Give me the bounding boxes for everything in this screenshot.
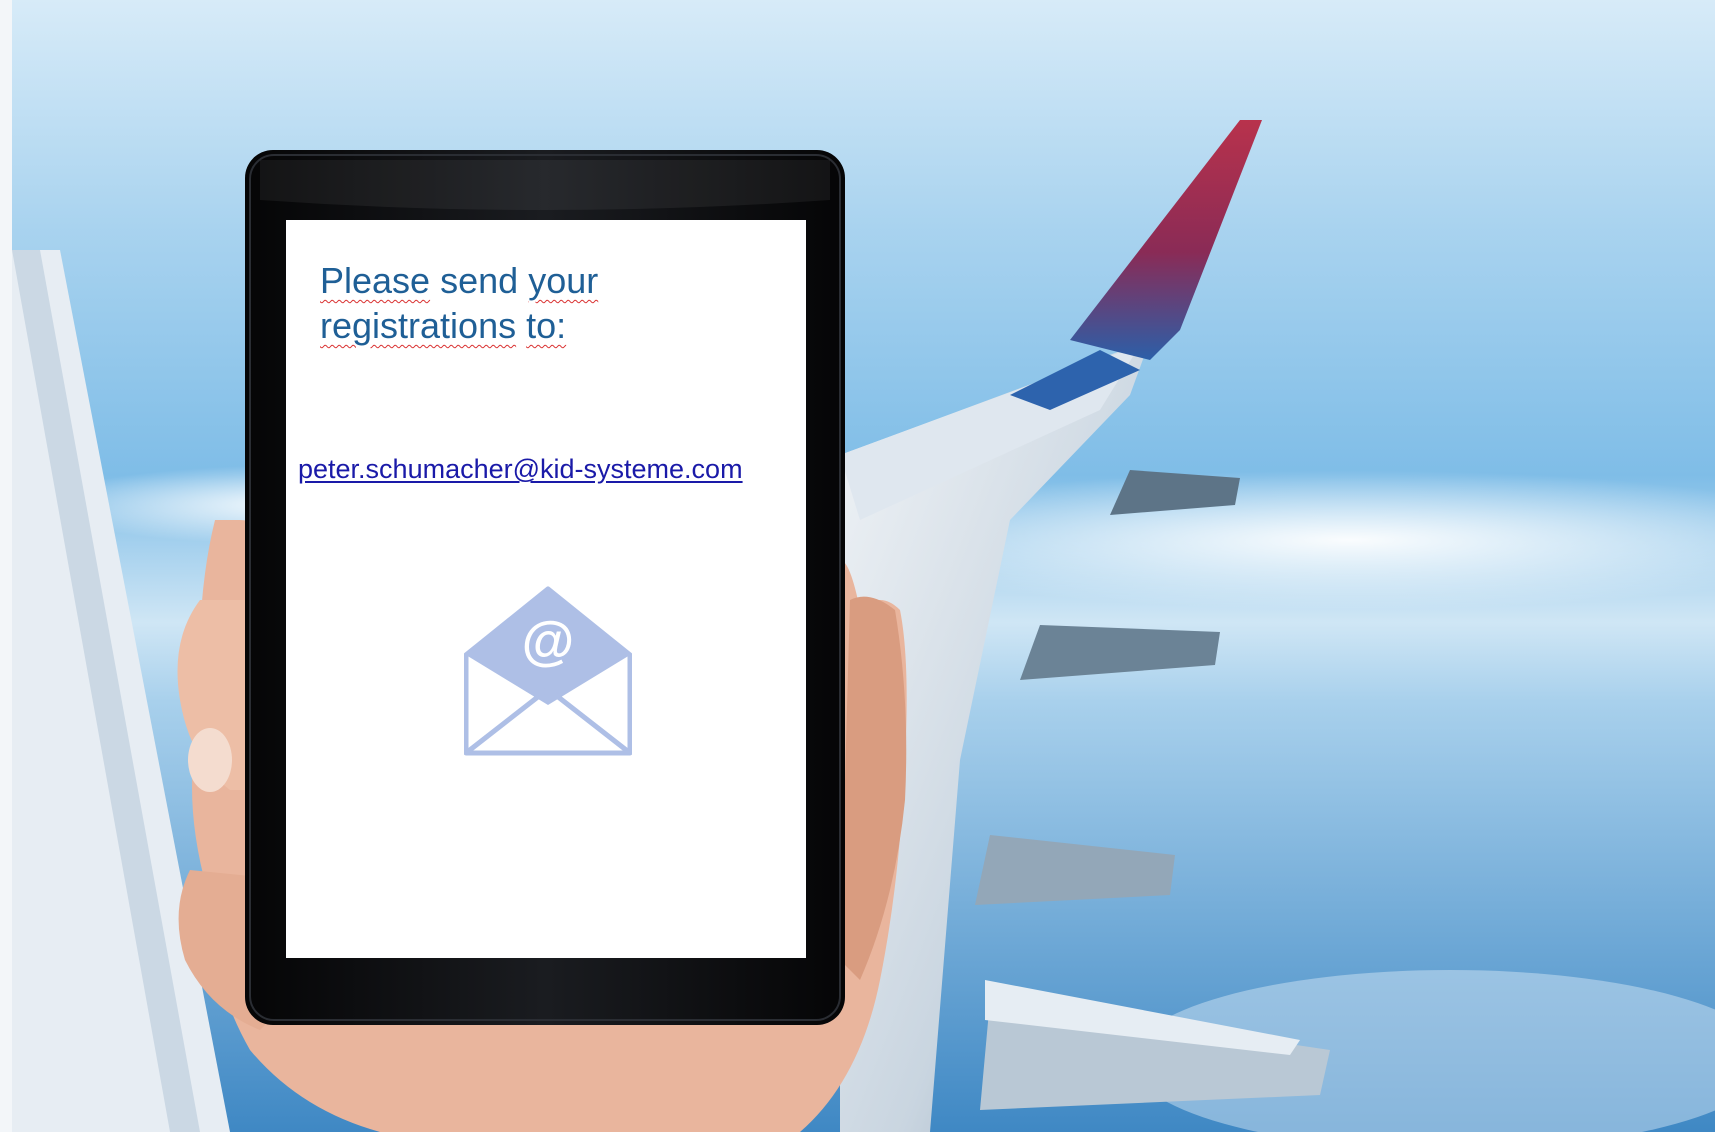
- tablet-screen: Please send your registrations to: peter.…: [286, 220, 806, 958]
- heading-word: registrations: [320, 305, 517, 346]
- email-link[interactable]: peter.schumacher@kid-systeme.com: [298, 454, 743, 485]
- at-symbol: @: [522, 611, 575, 671]
- background-photo: [0, 0, 1715, 1132]
- heading-word: to:: [526, 305, 567, 346]
- heading-word: send: [440, 260, 519, 301]
- registration-heading: Please send your registrations to:: [320, 258, 760, 348]
- envelope-at-icon: @: [464, 585, 632, 757]
- heading-word: your: [528, 260, 599, 301]
- heading-word: Please: [320, 260, 431, 301]
- photo-scene: Please send your registrations to: peter.…: [0, 0, 1715, 1132]
